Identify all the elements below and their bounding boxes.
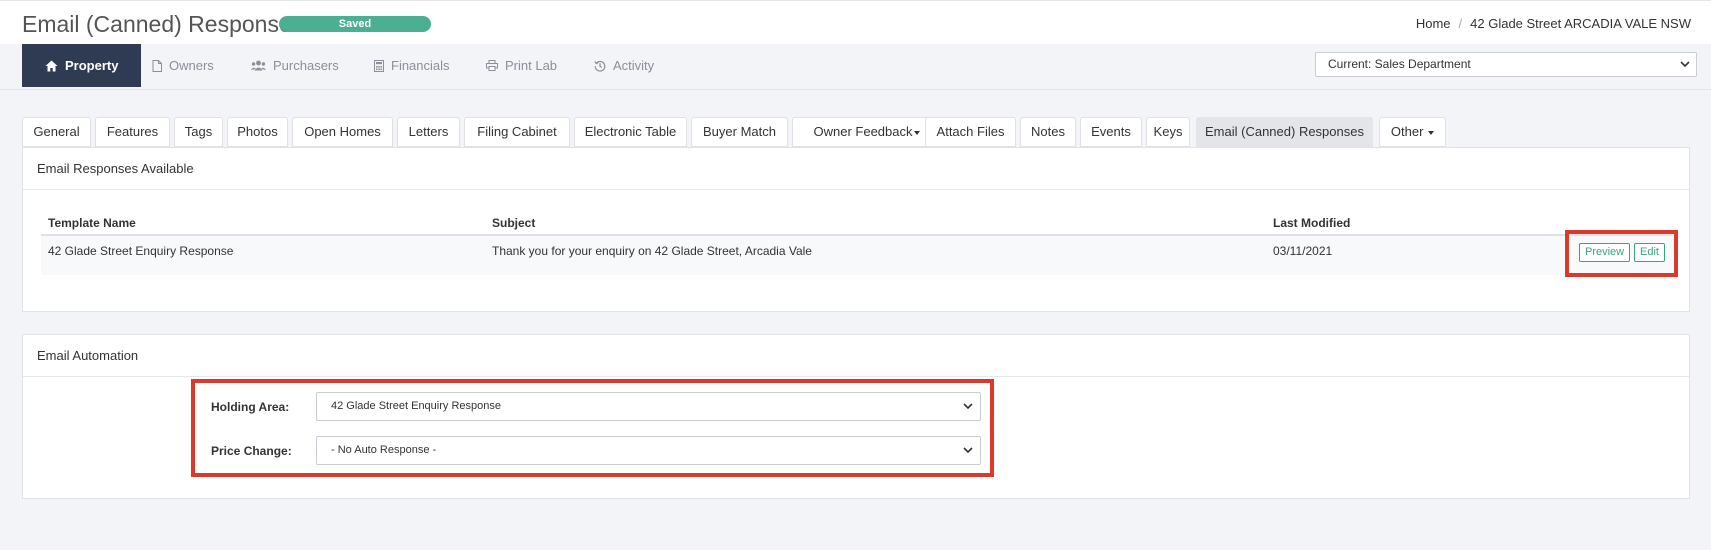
tab-label: Other (1390, 124, 1424, 139)
nav-item-owners[interactable]: Owners (152, 44, 214, 87)
table-header: Template Name Subject Last Modified (41, 213, 1673, 236)
tab-general[interactable]: General (22, 117, 91, 147)
breadcrumb-separator: / (1458, 16, 1463, 31)
history-icon (594, 60, 606, 72)
tab-buyer-match[interactable]: Buyer Match (691, 117, 788, 147)
nav-item-label: Purchasers (273, 58, 339, 73)
users-icon (251, 60, 266, 71)
tab-electronic-table[interactable]: Electronic Table (574, 117, 687, 147)
tab-label: Buyer Match (703, 124, 776, 139)
price-change-value: - No Auto Response - (331, 444, 437, 456)
dropdown-caret-icon (913, 130, 920, 135)
nav-item-property[interactable]: Property (22, 44, 142, 87)
tab-owner-feedback[interactable]: Owner Feedback (792, 117, 941, 147)
chevron-down-icon (963, 447, 973, 454)
tab-label: Tags (184, 124, 213, 139)
tab-label: Electronic Table (584, 124, 677, 139)
saved-status-badge: Saved (279, 16, 431, 32)
column-header-template-name: Template Name (48, 216, 136, 230)
holding-area-select[interactable]: 42 Glade Street Enquiry Response (316, 392, 981, 421)
price-change-select[interactable]: - No Auto Response - (316, 436, 981, 465)
tab-label: General (33, 124, 80, 139)
tab-filing-cabinet[interactable]: Filing Cabinet (464, 117, 570, 147)
nav-item-label: Financials (391, 58, 450, 73)
tab-events[interactable]: Events (1080, 117, 1142, 147)
edit-button[interactable]: Edit (1634, 243, 1665, 262)
nav-item-activity[interactable]: Activity (594, 44, 654, 87)
home-icon (45, 60, 58, 71)
page-title: Email (Canned) Response (22, 11, 292, 37)
chevron-down-icon (1680, 61, 1690, 68)
column-header-last-modified: Last Modified (1273, 216, 1351, 230)
tab-label: Email (Canned) Responses (1205, 124, 1364, 139)
breadcrumb-home-link[interactable]: Home (1416, 16, 1451, 31)
tab-attach-files[interactable]: Attach Files (925, 117, 1016, 147)
nav-item-label: Print Lab (505, 58, 558, 73)
chevron-down-icon (963, 403, 973, 410)
breadcrumb: Home / 42 Glade Street ARCADIA VALE NSW (1416, 16, 1691, 31)
tab-label: Owner Feedback (813, 124, 913, 139)
tab-photos[interactable]: Photos (227, 117, 288, 147)
tab-label: Features (106, 124, 159, 139)
panel-title: Email Automation (23, 335, 1689, 377)
table-row: 42 Glade Street Enquiry Response Thank y… (41, 236, 1673, 275)
tab-label: Attach Files (936, 124, 1005, 139)
breadcrumb-current: 42 Glade Street ARCADIA VALE NSW (1470, 16, 1691, 31)
last-modified-cell: 03/11/2021 (1273, 244, 1333, 258)
email-responses-panel: Email Responses Available Template Name … (22, 147, 1690, 312)
top-bar: Email (Canned) Response Saved Home / 42 Gl… (0, 0, 1711, 44)
nav-item-label: Activity (613, 58, 655, 73)
tab-other[interactable]: Other (1379, 117, 1446, 147)
nav-item-purchasers[interactable]: Purchasers (251, 44, 339, 87)
nav-item-label: Owners (169, 58, 214, 73)
panel-title: Email Responses Available (23, 148, 1689, 190)
tab-label: Notes (1031, 124, 1065, 139)
tab-features[interactable]: Features (95, 117, 170, 147)
tab-tags[interactable]: Tags (174, 117, 223, 147)
tab-label: Filing Cabinet (477, 124, 557, 139)
subject-cell: Thank you for your enquiry on 42 Glade S… (492, 244, 812, 258)
printer-icon (486, 60, 498, 71)
tab-label: Letters (408, 124, 449, 139)
tab-label: Photos (237, 124, 278, 139)
tab-email-canned-responses[interactable]: Email (Canned) Responses (1196, 117, 1373, 147)
tab-label: Open Homes (304, 124, 381, 139)
tab-notes[interactable]: Notes (1020, 117, 1076, 147)
template-name-cell: 42 Glade Street Enquiry Response (48, 244, 234, 258)
tab-open-homes[interactable]: Open Homes (292, 117, 393, 147)
department-select[interactable]: Current: Sales Department (1315, 52, 1697, 77)
preview-button[interactable]: Preview (1579, 243, 1631, 262)
price-change-label: Price Change: (211, 444, 292, 458)
tab-keys[interactable]: Keys (1146, 117, 1190, 147)
dropdown-caret-icon (1428, 130, 1435, 135)
tab-label: Keys (1153, 124, 1183, 139)
nav-item-financials[interactable]: Financials (374, 44, 450, 87)
holding-area-value: 42 Glade Street Enquiry Response (331, 400, 501, 412)
tab-letters[interactable]: Letters (397, 117, 460, 147)
document-icon (152, 59, 162, 72)
column-header-subject: Subject (492, 216, 536, 230)
holding-area-label: Holding Area: (211, 400, 290, 414)
department-select-value: Current: Sales Department (1328, 57, 1471, 71)
calculator-icon (374, 59, 384, 72)
nav-item-label: Property (65, 58, 119, 73)
tab-label: Events (1091, 124, 1131, 139)
nav-item-print-lab[interactable]: Print Lab (486, 44, 557, 87)
